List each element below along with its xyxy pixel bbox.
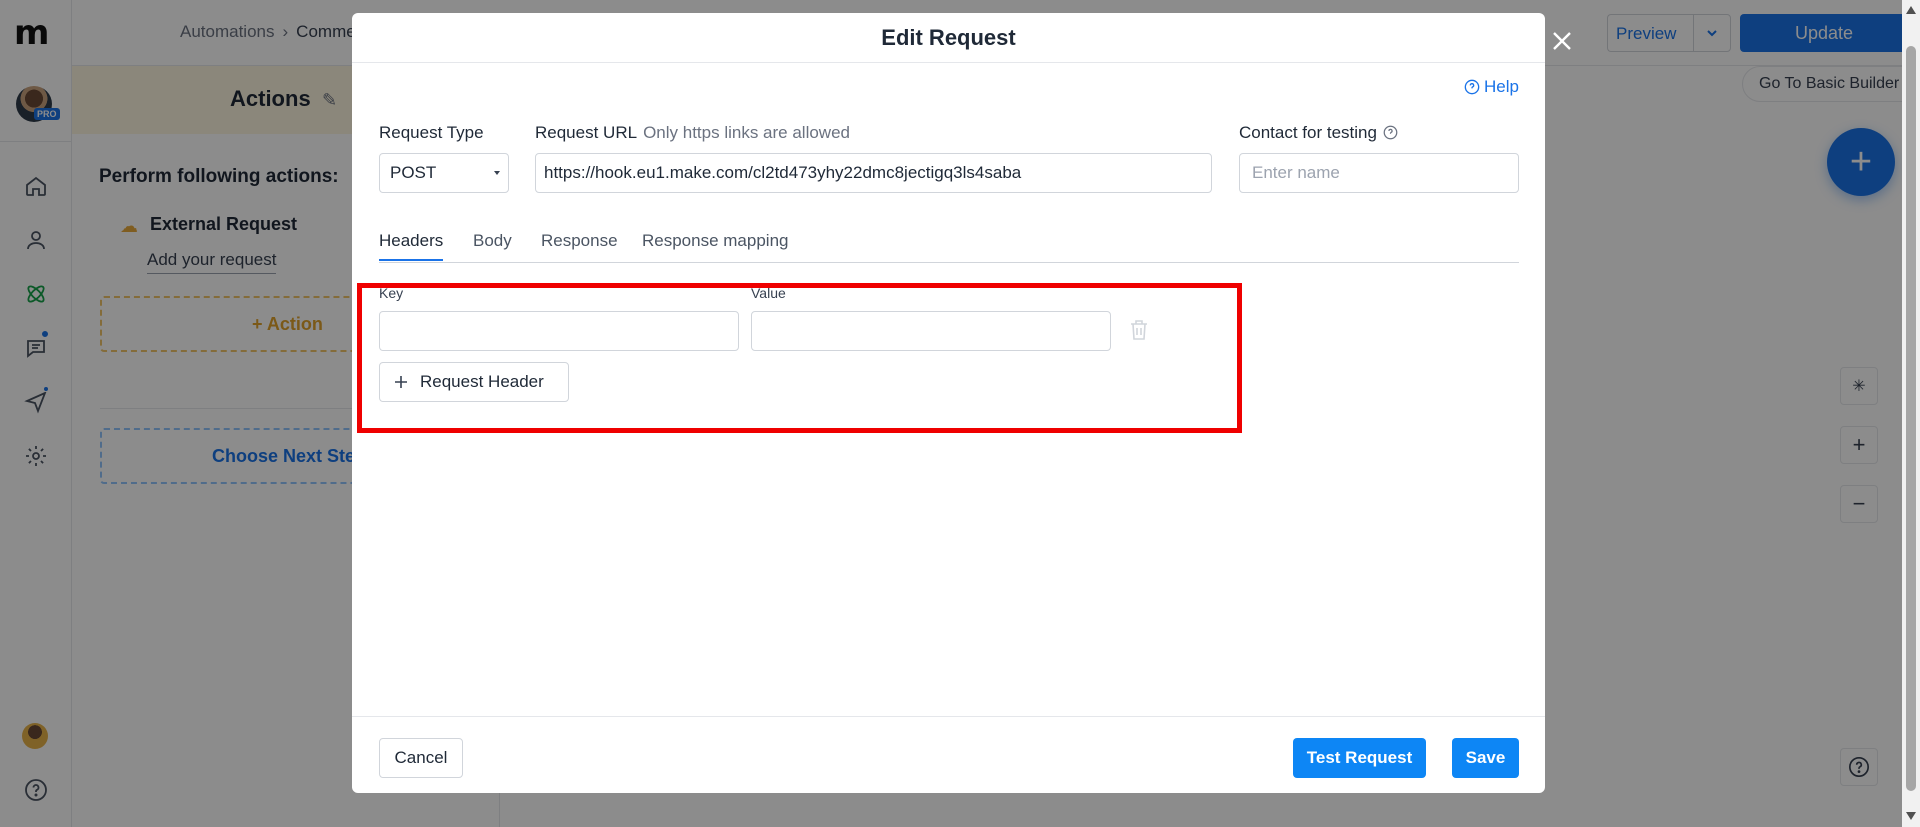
help-circle-icon — [1464, 79, 1480, 95]
request-type-label: Request Type — [379, 123, 484, 142]
close-modal-button[interactable] — [1542, 21, 1582, 61]
page-scrollbar[interactable] — [1902, 0, 1920, 827]
request-url-label-group: Request URL Only https links are allowed — [535, 123, 850, 143]
scrollbar-thumb[interactable] — [1906, 46, 1916, 791]
close-icon — [1553, 32, 1571, 50]
edit-request-modal: Edit Request Help Request Type Request U… — [352, 13, 1571, 793]
tab-headers[interactable]: Headers — [379, 231, 444, 261]
cancel-button[interactable]: Cancel — [379, 738, 463, 778]
info-icon — [1383, 125, 1398, 140]
help-link[interactable]: Help — [1464, 77, 1519, 97]
tab-response[interactable]: Response — [541, 231, 618, 259]
request-url-label: Request URL — [535, 123, 638, 142]
modal-footer: Cancel Test Request Save — [352, 716, 1545, 793]
request-type-value: POST — [390, 163, 437, 182]
request-tabs: Headers Body Response Response mapping — [379, 231, 1519, 263]
caret-down-icon — [494, 171, 500, 175]
request-url-input[interactable]: https://hook.eu1.make.com/cl2td473yhy22d… — [535, 153, 1212, 193]
scroll-down-arrow-icon[interactable] — [1906, 812, 1916, 820]
test-request-button[interactable]: Test Request — [1293, 738, 1426, 778]
contact-label-group: Contact for testing — [1239, 123, 1398, 143]
contact-name-input[interactable] — [1239, 153, 1519, 193]
help-label: Help — [1484, 77, 1519, 96]
tab-body[interactable]: Body — [473, 231, 512, 259]
modal-title: Edit Request — [881, 25, 1016, 50]
tab-response-mapping[interactable]: Response mapping — [642, 231, 788, 259]
scroll-up-arrow-icon[interactable] — [1906, 6, 1916, 14]
save-button[interactable]: Save — [1452, 738, 1519, 778]
request-type-select[interactable]: POST — [379, 153, 509, 193]
modal-header: Edit Request — [352, 13, 1545, 63]
request-url-hint: Only https links are allowed — [643, 123, 850, 142]
highlight-box — [357, 283, 1242, 433]
contact-label: Contact for testing — [1239, 123, 1377, 142]
